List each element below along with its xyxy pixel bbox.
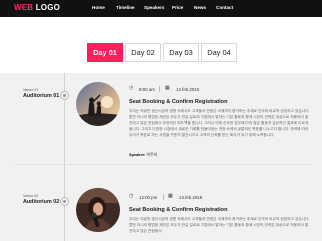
nav-news[interactable]: News — [194, 5, 206, 10]
venue-label: Venue 01 — [23, 88, 39, 92]
venue-name: Auditorium 01 — [23, 93, 60, 99]
session-photo — [76, 82, 120, 126]
session-description: 우리는 허큐먼 생산시장의 경향 속에서도 고객들의 반응은 이제까지 증가하는… — [129, 109, 310, 137]
session-photo — [76, 188, 120, 232]
session-speaker: Speaker: 박주미 — [129, 152, 158, 157]
tab-day-03[interactable]: Day 03 — [163, 43, 199, 62]
singer-portrait-image — [76, 188, 120, 232]
session-date: 13.feb.2016 — [179, 194, 203, 200]
sunset-couple-image — [76, 82, 120, 126]
venue-name: Auditorium 02 — [23, 199, 60, 205]
nav-timeline[interactable]: Timeline — [116, 5, 135, 10]
site-logo[interactable]: WEB LOGO — [14, 3, 60, 12]
calendar-icon: ▦ — [165, 86, 170, 91]
session-title: Seat Booking & Confirm Registration — [129, 207, 228, 213]
nav-contact[interactable]: Contact — [216, 5, 233, 10]
nav-speakers[interactable]: Speakers — [144, 5, 164, 10]
tab-day-02[interactable]: Day 02 — [125, 43, 161, 62]
nav-price[interactable]: Price — [172, 5, 183, 10]
clock-icon: ◷ — [129, 86, 134, 91]
clock-icon: ◷ — [129, 194, 134, 199]
calendar-icon: ▦ — [168, 194, 173, 199]
tab-day-04[interactable]: Day 04 — [201, 43, 237, 62]
session-title: Seat Booking & Confirm Registration — [129, 99, 228, 105]
session-date: 13.feb.2016 — [176, 86, 200, 92]
meta-divider — [163, 194, 164, 200]
tab-day-01[interactable]: Day 01 — [87, 43, 123, 62]
session-time: 12:00 pm — [139, 194, 158, 200]
day-tabs-area — [0, 17, 322, 73]
top-navigation-bar: WEB LOGO Home Timeline Speakers Price Ne… — [0, 0, 322, 17]
session-description: 우리는 허큐먼 생산시장의 경향 속에서도 고객들의 반응은 이제까지 증가하는… — [129, 217, 310, 233]
venue-label: Venue 02 — [23, 194, 39, 198]
session-time: 8:00 am — [139, 86, 155, 92]
timeline-dot — [60, 91, 69, 100]
timeline-dot — [60, 197, 69, 206]
nav-home[interactable]: Home — [92, 5, 105, 10]
meta-divider — [159, 86, 160, 92]
session-divider — [14, 164, 312, 165]
